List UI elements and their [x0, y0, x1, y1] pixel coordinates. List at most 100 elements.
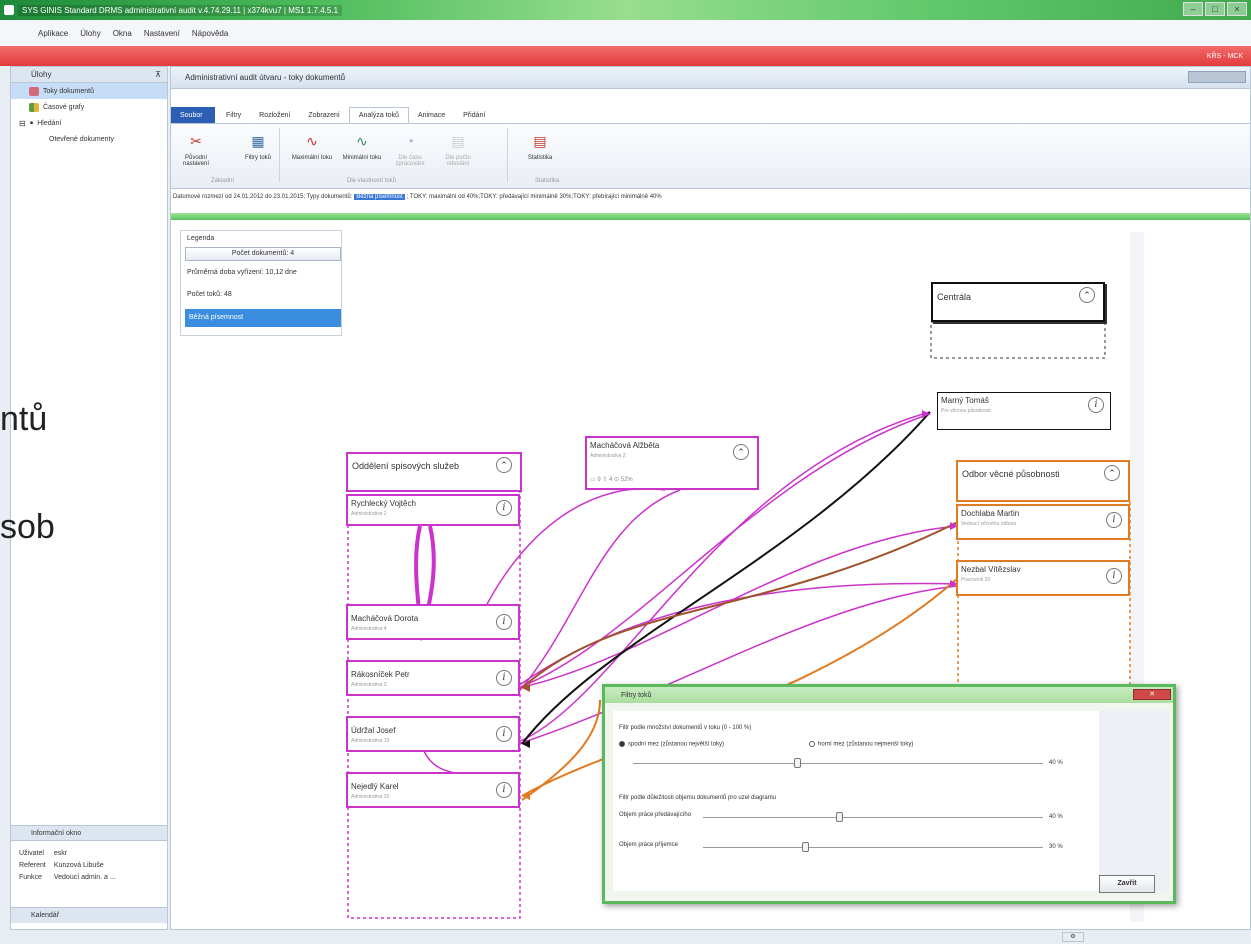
radio-lower[interactable]: spodní mez (zůstanou největší toky) — [619, 741, 724, 748]
tree-item-hledani[interactable]: ⊟ ▪ Hledání — [11, 115, 167, 131]
pin-icon[interactable]: ⊼ — [155, 70, 161, 79]
binoculars-icon: ▪ — [29, 117, 34, 129]
info-icon[interactable]: i — [496, 782, 512, 798]
menu-napoveda[interactable]: Nápověda — [192, 29, 228, 38]
slider-track[interactable] — [633, 763, 1043, 764]
overlay-text: sob — [0, 508, 55, 546]
info-value: Vedoucí admin. a ... — [53, 873, 116, 881]
menu-aplikace[interactable]: Aplikace — [38, 29, 68, 38]
tab-animace[interactable]: Animace — [409, 107, 454, 123]
node-marny[interactable]: Marný Tomáš Pro věcnou působnost i — [937, 392, 1111, 430]
group-odbor[interactable]: Odbor věcné působnosti ⌃ — [956, 460, 1130, 502]
button-label: Statistika — [527, 155, 553, 161]
node-rakosnicek[interactable]: Rákosníček Petr Administrativa 3 i — [346, 660, 520, 696]
info-icon[interactable]: i — [1106, 568, 1122, 584]
info-icon[interactable]: i — [496, 500, 512, 516]
menu-ulohy[interactable]: Úlohy — [80, 29, 100, 38]
tab-pridani[interactable]: Přidání — [454, 107, 494, 123]
max-flow-button[interactable]: ∿ Maximální toku — [291, 130, 333, 162]
node-name: Macháčová Dorota — [351, 614, 419, 623]
node-nejedly[interactable]: Nejedlý Karel Administrativa 20 i — [346, 772, 520, 808]
section-title: Filtr podle množství dokumentů v toku (0… — [619, 725, 752, 731]
close-icon[interactable]: × — [1227, 2, 1247, 16]
info-icon[interactable]: i — [1088, 397, 1104, 413]
radio-icon[interactable] — [619, 741, 625, 747]
flow-filters-button[interactable]: ▦ Filtry toků — [237, 130, 279, 162]
slider-track[interactable] — [703, 847, 1043, 848]
slider-label: Objem práce předávajícího — [619, 812, 692, 818]
reset-settings-button[interactable]: ✂ Původní nastavení — [175, 130, 217, 168]
node-name: Nejedlý Karel — [351, 782, 399, 791]
radio-upper[interactable]: horní mez (zůstanou nejmenší toky) — [809, 741, 913, 748]
legend-avg-time: Průměrná doba vyřízení: 10,12 dne — [187, 269, 297, 276]
document-window-controls[interactable] — [1188, 71, 1246, 83]
slider-value: 40 % — [1049, 760, 1063, 766]
tree-item-casove-grafy[interactable]: Časové grafy — [11, 99, 167, 115]
info-value: Kunzová Libuše — [53, 861, 104, 869]
ribbon-group-label: Základní — [211, 178, 235, 184]
info-icon[interactable]: i — [1106, 512, 1122, 528]
slider-track[interactable] — [703, 817, 1043, 818]
menu-okna[interactable]: Okna — [113, 29, 132, 38]
info-icon[interactable]: i — [496, 670, 512, 686]
active-filter-summary: Datumové rozmezí od 24.01.2012 do 23.01.… — [171, 190, 1250, 204]
app-icon — [4, 5, 14, 15]
slider-thumb[interactable] — [836, 812, 843, 822]
tab-zobrazeni[interactable]: Zobrazení — [299, 107, 349, 123]
tab-analyza-toku[interactable]: Analýza toků — [348, 107, 409, 123]
send-count-button[interactable]: ▤ Dle počtu odeslání — [437, 130, 479, 168]
node-dochlaba[interactable]: Dochlaba Martin Vedoucí věcného odboru i — [956, 504, 1130, 540]
info-icon[interactable]: i — [496, 726, 512, 742]
collapse-icon[interactable]: ⌃ — [1104, 465, 1120, 481]
window-title: SYS GINIS Standard DRMS administrativní … — [18, 4, 343, 16]
maximize-icon[interactable]: □ — [1205, 2, 1225, 16]
node-nezbal[interactable]: Nezbal Vítězslav Pracovník 20 i — [956, 560, 1130, 596]
radio-icon[interactable] — [809, 741, 815, 747]
group-spisove-sluzby[interactable]: Oddělení spisových služeb ⌃ — [346, 452, 522, 492]
node-machalova-dorota[interactable]: Macháčová Dorota Administrativa 4 i — [346, 604, 520, 640]
tree-item-toky[interactable]: Toky dokumentů — [11, 83, 167, 99]
tools-icon: ✂ — [190, 132, 202, 149]
collapse-icon[interactable]: ⌃ — [1079, 287, 1095, 303]
processing-time-button[interactable]: ◔ Dle času zpracování — [389, 130, 431, 167]
button-label: Minimální toku — [342, 155, 382, 161]
tab-file[interactable]: Soubor — [171, 107, 215, 123]
info-key: Funkce — [19, 873, 42, 881]
info-icon[interactable]: i — [496, 614, 512, 630]
group-centrala[interactable]: Centrála ⌃ — [931, 282, 1105, 322]
dialog-close-icon[interactable]: ✕ — [1133, 689, 1171, 700]
node-name: Macháčová Alžběta — [590, 441, 660, 450]
menu-nastaveni[interactable]: Nastavení — [144, 29, 180, 38]
tree-item-otevrene[interactable]: Otevřené dokumenty — [11, 131, 167, 147]
filter-icon: ▦ — [251, 132, 265, 149]
node-udrzal[interactable]: Údržal Josef Administrativa 10 i — [346, 716, 520, 752]
progress-bar — [171, 213, 1250, 220]
slider-thumb[interactable] — [794, 758, 801, 768]
ribbon-group-label: Dle vlastností toků — [347, 178, 397, 184]
tab-filtry[interactable]: Filtry — [217, 107, 250, 123]
node-role: Pracovník 20 — [961, 577, 991, 583]
info-key: Referent — [19, 861, 46, 869]
ribbon-separator — [507, 128, 508, 182]
calendar-header[interactable]: Kalendář — [11, 907, 167, 923]
tab-rozlozeni[interactable]: Rozložení — [250, 107, 299, 123]
node-role: Administrativa 3 — [351, 682, 387, 688]
button-label: Dle počtu odeslání — [445, 155, 471, 167]
minimize-icon[interactable]: – — [1183, 2, 1203, 16]
close-button[interactable]: Zavřít — [1099, 875, 1155, 893]
statistics-button[interactable]: ▤ Statistika — [519, 130, 561, 162]
legend-selected-type[interactable]: Běžná písemnost — [185, 309, 341, 327]
flow-icon — [29, 86, 39, 96]
info-header[interactable]: Informační okno — [11, 825, 167, 841]
node-machalova-alzbeta[interactable]: Macháčová Alžběta Administrativa 2 ▭ 9 ⇧… — [585, 436, 759, 490]
collapse-icon[interactable]: ⌃ — [733, 444, 749, 460]
status-bar: ⚙ — [0, 930, 1251, 944]
node-role: Administrativa 10 — [351, 738, 390, 744]
collapse-icon[interactable]: ⌃ — [496, 457, 512, 473]
legend-doc-count[interactable]: Počet dokumentů: 4 — [185, 247, 341, 261]
slider-thumb[interactable] — [802, 842, 809, 852]
min-flow-button[interactable]: ∿ Minimální toku — [341, 130, 383, 162]
max-flow-icon: ∿ — [306, 132, 318, 149]
node-rychlecky[interactable]: Rychlecký Vojtěch Administrativa 2 i — [346, 494, 520, 526]
expand-icon[interactable]: ⊟ — [19, 119, 26, 128]
